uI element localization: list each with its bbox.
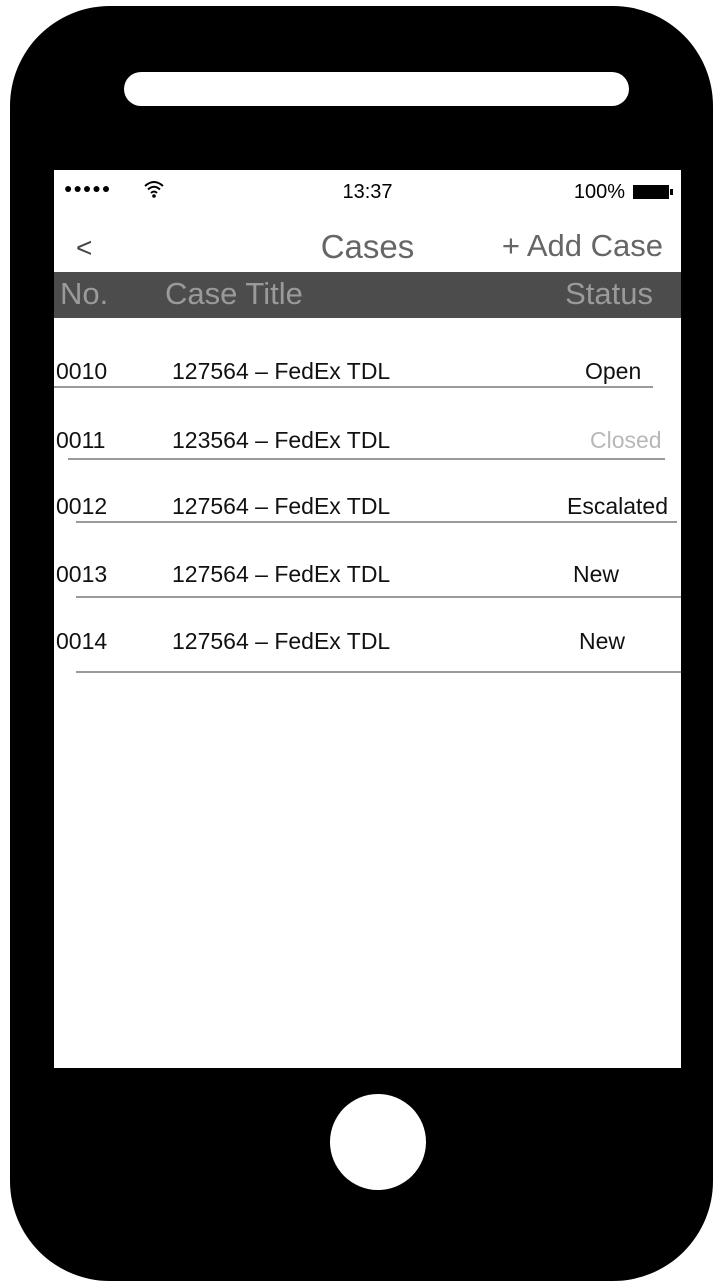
case-number: 0014 [56, 628, 108, 654]
case-title: 127564 – FedEx TDL [172, 493, 391, 519]
row-divider [76, 521, 677, 523]
case-title: 123564 – FedEx TDL [172, 427, 391, 453]
add-case-button[interactable]: + Add Case [502, 228, 663, 264]
status-bar: ●●●●● 13:37 100% [54, 170, 681, 210]
column-header-status: Status [565, 276, 653, 311]
table-row[interactable]: 0012 127564 – FedEx TDL Escalated [54, 493, 681, 533]
case-number: 0013 [56, 561, 108, 587]
row-divider [54, 386, 653, 388]
phone-frame: ●●●●● 13:37 100% < Cases + Add Case No. … [10, 6, 713, 1281]
battery-icon [633, 185, 673, 199]
table-header: No. Case Title Status [54, 272, 681, 318]
home-button[interactable] [330, 1094, 426, 1190]
case-title: 127564 – FedEx TDL [172, 561, 391, 587]
case-number: 0010 [56, 358, 108, 384]
table-row[interactable]: 0013 127564 – FedEx TDL New [54, 561, 681, 601]
column-header-case-title: Case Title [165, 276, 303, 311]
speaker-slot [124, 72, 629, 106]
case-title: 127564 – FedEx TDL [172, 358, 391, 384]
battery-percent: 100% [573, 181, 625, 203]
app-screen: ●●●●● 13:37 100% < Cases + Add Case No. … [54, 170, 681, 1068]
case-status: Escalated [567, 493, 669, 519]
row-divider [68, 458, 665, 460]
row-divider [76, 671, 681, 673]
case-status: Closed [590, 427, 662, 453]
column-header-no: No. [60, 276, 109, 311]
case-title: 127564 – FedEx TDL [172, 628, 391, 654]
case-status: New [573, 561, 620, 587]
table-row[interactable]: 0014 127564 – FedEx TDL New [54, 628, 681, 673]
case-number: 0012 [56, 493, 108, 519]
table-row[interactable]: 0011 123564 – FedEx TDL Closed [54, 427, 681, 467]
case-status: New [579, 628, 626, 654]
case-number: 0011 [56, 427, 106, 453]
case-status: Open [585, 358, 642, 384]
row-divider [76, 596, 681, 598]
table-row[interactable]: 0010 127564 – FedEx TDL Open [54, 358, 681, 398]
